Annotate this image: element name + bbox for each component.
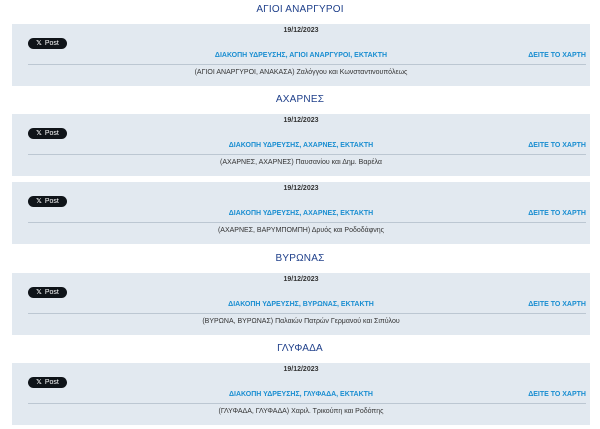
outage-headline-link[interactable]: ΔΙΑΚΟΠΗ ΥΔΡΕΥΣΗΣ, ΑΧΑΡΝΕΣ, ΕΚΤΑΚΤΗ [12,142,590,149]
outage-street: (ΓΛΥΦΑΔΑ, ΓΛΥΦΑΔΑ) Χαριλ. Τρικούπη και Ρ… [218,408,384,415]
see-map-link[interactable]: ΔΕΙΤΕ ΤΟ ΧΑΡΤΗ [528,210,586,217]
x-post-button[interactable]: 𝕏 Post [28,128,67,139]
outage-headline-link[interactable]: ΔΙΑΚΟΠΗ ΥΔΡΕΥΣΗΣ, ΑΓΙΟΙ ΑΝΑΡΓΥΡΟΙ, ΕΚΤΑΚ… [12,52,590,59]
outage-street: (ΑΧΑΡΝΕΣ, ΒΑΡΥΜΠΟΜΠΗ) Δρυός και Ροδοδάφν… [217,227,385,234]
outage-date: 19/12/2023 [283,276,319,283]
outage-headline-link[interactable]: ΔΙΑΚΟΠΗ ΥΔΡΕΥΣΗΣ, ΓΛΥΦΑΔΑ, ΕΚΤΑΚΤΗ [12,391,590,398]
outage-date: 19/12/2023 [283,185,319,192]
outage-headline-link[interactable]: ΔΙΑΚΟΠΗ ΥΔΡΕΥΣΗΣ, ΑΧΑΡΝΕΣ, ΕΚΤΑΚΤΗ [12,210,590,217]
x-logo-icon: 𝕏 [36,198,42,205]
outage-date: 19/12/2023 [283,27,319,34]
x-logo-icon: 𝕏 [36,289,42,296]
card-divider [28,64,586,65]
x-post-button[interactable]: 𝕏 Post [28,377,67,388]
section-title-agioi-anargyroi: ΑΓΙΟΙ ΑΝΑΡΓΥΡΟΙ [256,4,344,15]
outage-date: 19/12/2023 [283,366,319,373]
x-logo-icon: 𝕏 [36,130,42,137]
section-title-glyfada: ΓΛΥΦΑΔΑ [277,343,323,354]
outage-card: 19/12/2023 𝕏 Post ΔΙΑΚΟΠΗ ΥΔΡΕΥΣΗΣ, ΒΥΡΩΝ… [12,273,590,335]
x-post-label: Post [44,40,59,47]
section-title-acharnes: ΑΧΑΡΝΕΣ [275,94,325,105]
see-map-link[interactable]: ΔΕΙΤΕ ΤΟ ΧΑΡΤΗ [528,52,586,59]
outage-card: 19/12/2023 𝕏 Post ΔΙΑΚΟΠΗ ΥΔΡΕΥΣΗΣ, ΑΓΙΟΙ… [12,24,590,86]
see-map-link[interactable]: ΔΕΙΤΕ ΤΟ ΧΑΡΤΗ [528,142,586,149]
outage-street: (ΑΓΙΟΙ ΑΝΑΡΓΥΡΟΙ, ΑΝΑΚΑΣΑ) Ζαλόγγου και … [194,69,408,76]
x-post-button[interactable]: 𝕏 Post [28,287,67,298]
outage-street: (ΒΥΡΩΝΑ, ΒΥΡΩΝΑΣ) Παλαιών Πατρών Γερμανο… [202,318,400,325]
see-map-link[interactable]: ΔΕΙΤΕ ΤΟ ΧΑΡΤΗ [528,301,586,308]
x-post-label: Post [44,379,59,386]
see-map-link[interactable]: ΔΕΙΤΕ ΤΟ ΧΑΡΤΗ [528,391,586,398]
x-post-label: Post [44,198,59,205]
outage-headline-link[interactable]: ΔΙΑΚΟΠΗ ΥΔΡΕΥΣΗΣ, ΒΥΡΩΝΑΣ, ΕΚΤΑΚΤΗ [12,301,590,308]
x-post-button[interactable]: 𝕏 Post [28,196,67,207]
outage-card: 19/12/2023 𝕏 Post ΔΙΑΚΟΠΗ ΥΔΡΕΥΣΗΣ, ΓΛΥΦΑ… [12,363,590,425]
outage-street: (ΑΧΑΡΝΕΣ, ΑΧΑΡΝΕΣ) Παυσανίου και Δημ. Βα… [220,159,382,166]
card-divider [28,313,586,314]
x-post-button[interactable]: 𝕏 Post [28,38,67,49]
card-divider [28,222,586,223]
card-divider [28,154,586,155]
x-post-label: Post [44,289,59,296]
outage-card: 19/12/2023 𝕏 Post ΔΙΑΚΟΠΗ ΥΔΡΕΥΣΗΣ, ΑΧΑΡΝ… [12,114,590,176]
x-post-label: Post [44,130,59,137]
card-divider [28,403,586,404]
x-logo-icon: 𝕏 [36,379,42,386]
outage-date: 19/12/2023 [283,117,319,124]
outage-card: 19/12/2023 𝕏 Post ΔΙΑΚΟΠΗ ΥΔΡΕΥΣΗΣ, ΑΧΑΡΝ… [12,182,590,244]
x-logo-icon: 𝕏 [36,40,42,47]
section-title-vyronas: ΒΥΡΩΝΑΣ [275,253,325,264]
